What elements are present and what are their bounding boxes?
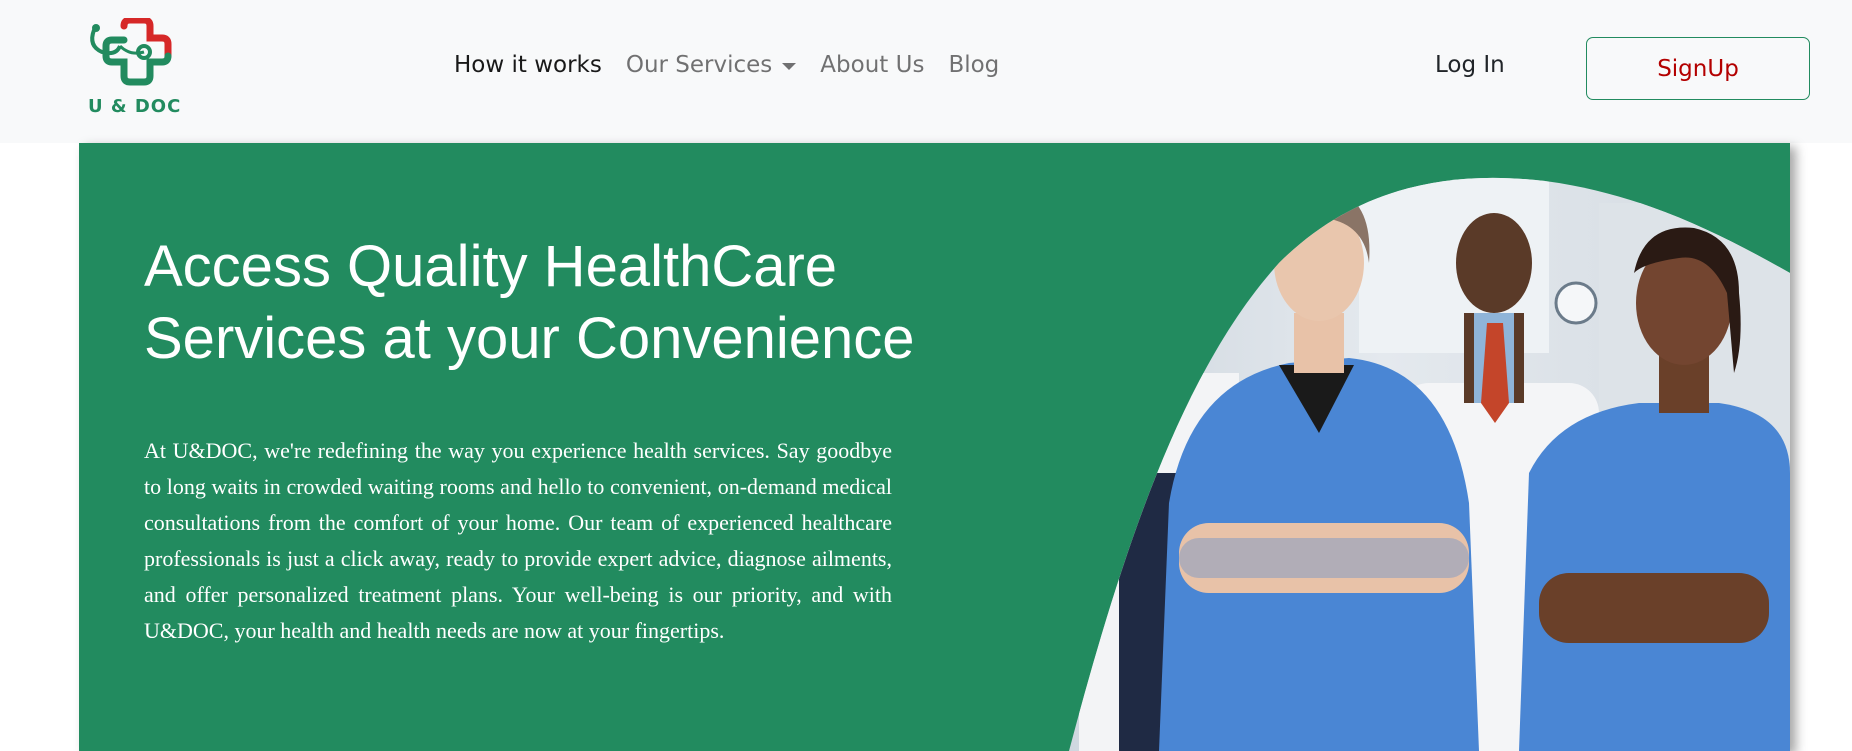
signup-button[interactable]: SignUp [1586,37,1810,100]
caret-down-icon [782,62,797,70]
brand-name: U & DOC [88,96,182,117]
hero-section: Access Quality HealthCare Services at yo… [79,143,1790,751]
nav-our-services-label: Our Services [625,52,773,78]
main-nav: How it works Our Services About Us Blog [454,52,1023,78]
brand-logo[interactable]: U & DOC [82,18,184,118]
medical-cross-logo-icon [90,18,172,86]
login-link[interactable]: Log In [1435,52,1505,78]
doctors-team-image [1069,177,1790,751]
nav-our-services[interactable]: Our Services [625,52,797,78]
navbar: U & DOC How it works Our Services About … [0,0,1852,143]
nav-about-us[interactable]: About Us [820,52,924,78]
nav-how-it-works[interactable]: How it works [454,52,602,78]
nav-blog[interactable]: Blog [948,52,999,78]
